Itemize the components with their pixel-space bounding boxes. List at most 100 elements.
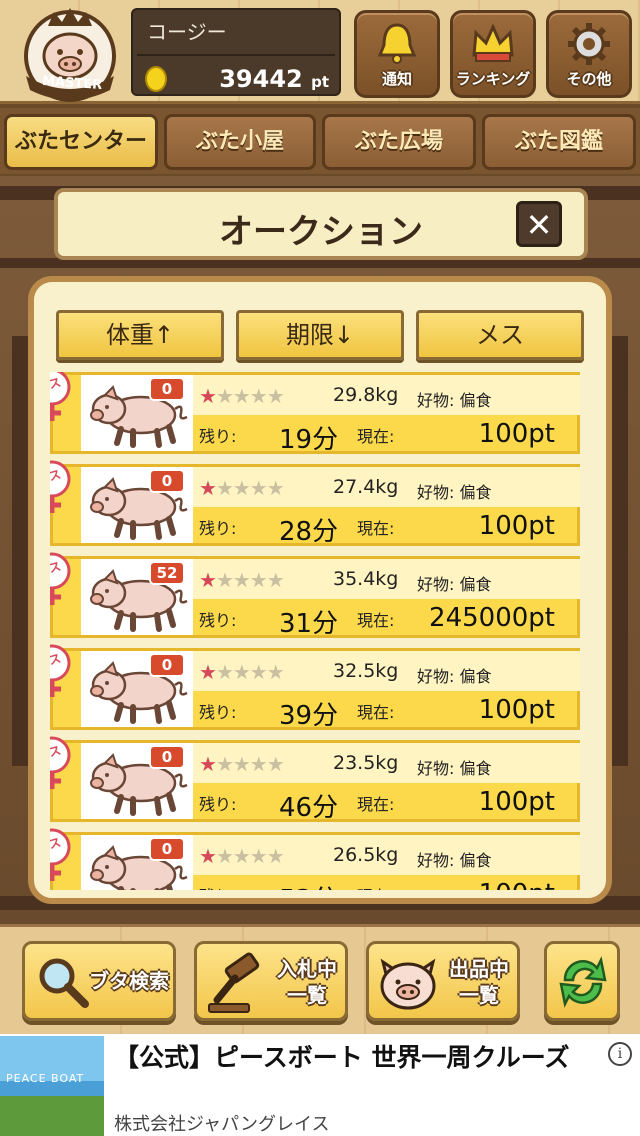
bidding-list-label-line2: 一覧 xyxy=(287,983,327,1007)
favorite-label: 好物: xyxy=(417,483,455,502)
female-badge: メス xyxy=(50,735,73,791)
sort-weight-button[interactable]: 体重↑ xyxy=(56,310,224,360)
favorite-value: 偏食 xyxy=(459,391,492,410)
ranking-label: ランキング xyxy=(455,70,531,88)
item-info-row: ★★★★★ 27.4kg 好物: 偏食 xyxy=(193,467,580,507)
favorite-value: 偏食 xyxy=(459,667,492,686)
auction-title: オークション xyxy=(219,212,423,252)
auction-item[interactable]: 0 メス ★★★★★ 26.5kg 好物: 偏食残り: 53分 現在: 100pt xyxy=(50,828,580,890)
weight-value: 23.5kg xyxy=(333,752,399,774)
other-button[interactable]: その他 xyxy=(546,10,632,98)
tab-pig-hut[interactable]: ぶた小屋 xyxy=(164,114,316,170)
ad-info-icon[interactable]: i xyxy=(608,1042,632,1066)
rarity-stars: ★★★★★ xyxy=(199,844,285,868)
remaining-time: 28分 xyxy=(279,517,339,547)
close-button[interactable]: ✕ xyxy=(516,201,562,247)
remaining-time: 46分 xyxy=(279,793,339,823)
female-badge: メス xyxy=(50,372,73,423)
pig-search-label: ブタ検索 xyxy=(89,969,169,993)
tab-pig-center[interactable]: ぶたセンター xyxy=(4,114,158,170)
auction-item[interactable]: 0 メス ★★★★★ 23.5kg 好物: 偏食 残り: 46分 現在: 100pt xyxy=(50,736,580,823)
auction-list[interactable]: 0 メス ★★★★★ 29.8kg 好物: 偏食 残り: 19分 現在: 100pt 0 メス ★★★… xyxy=(50,372,580,890)
listing-list-button[interactable]: 出品中 一覧 xyxy=(366,941,520,1021)
favorite-label: 好物: xyxy=(417,391,455,410)
remaining-label: 残り: xyxy=(199,703,237,722)
rarity-stars: ★★★★★ xyxy=(199,568,285,592)
ranking-button[interactable]: ランキング xyxy=(450,10,536,98)
weight-value: 29.8kg xyxy=(333,384,399,406)
current-price: 100pt xyxy=(478,511,555,541)
bid-count-badge: 0 xyxy=(149,837,185,861)
magnifier-icon xyxy=(39,958,89,1008)
item-info-row: ★★★★★ 32.5kg 好物: 偏食 xyxy=(193,651,580,691)
item-info-row: ★★★★★ 23.5kg 好物: 偏食 xyxy=(193,743,580,783)
favorite-food: 好物: 偏食 xyxy=(417,571,492,595)
auction-item[interactable]: 0 メス ★★★★★ 27.4kg 好物: 偏食 残り: 28分 現在: 100pt xyxy=(50,460,580,547)
pig-face-icon xyxy=(380,958,436,1010)
bid-count-badge: 0 xyxy=(149,377,185,401)
rarity-stars: ★★★★★ xyxy=(199,752,285,776)
favorite-food: 好物: 偏食 xyxy=(417,387,492,411)
favorite-value: 偏食 xyxy=(459,851,492,870)
ad-image-text: PEACE BOAT xyxy=(6,1072,85,1085)
refresh-icon xyxy=(559,956,607,1008)
remaining-time: 31分 xyxy=(279,609,339,639)
current-price: 100pt xyxy=(479,879,555,890)
refresh-button[interactable] xyxy=(544,941,620,1021)
remaining-time: 39分 xyxy=(279,701,339,731)
bidding-list-label: 入札中 一覧 xyxy=(269,956,345,1008)
favorite-label: 好物: xyxy=(417,851,455,870)
header: MASTER コージー 39442 pt 通知 ランキング その他 xyxy=(0,0,640,104)
auction-item[interactable]: 0 メス ★★★★★ 29.8kg 好物: 偏食 残り: 19分 現在: 100pt xyxy=(50,372,580,455)
ad-banner[interactable]: PEACE BOAT 【公式】ピースボート 世界一周クルーズ 株式会社ジャパング… xyxy=(0,1034,640,1136)
current-price: 100pt xyxy=(478,695,555,725)
remaining-time: 53分 xyxy=(279,879,338,890)
item-info-row: ★★★★★ 26.5kg 好物: 偏食 xyxy=(193,835,580,875)
item-info-row: ★★★★★ 29.8kg 好物: 偏食 xyxy=(193,375,580,415)
weight-value: 32.5kg xyxy=(333,660,399,682)
master-avatar[interactable]: MASTER xyxy=(14,6,126,102)
rarity-stars: ★★★★★ xyxy=(199,660,285,684)
favorite-food: 好物: 偏食 xyxy=(417,847,492,871)
female-badge: メス xyxy=(50,459,73,515)
favorite-value: 偏食 xyxy=(459,575,492,594)
remaining-label: 残り: xyxy=(199,427,237,446)
remaining-label: 残り: xyxy=(199,611,237,630)
female-badge: メス xyxy=(50,827,73,883)
remaining-time: 19分 xyxy=(279,425,339,455)
listing-list-label-line1: 出品中 xyxy=(449,957,509,981)
current-price: 100pt xyxy=(478,419,555,449)
weight-value: 27.4kg xyxy=(333,476,399,498)
pig-search-button[interactable]: ブタ検索 xyxy=(22,941,176,1021)
bidding-list-label-line1: 入札中 xyxy=(277,957,337,981)
favorite-label: 好物: xyxy=(417,759,455,778)
auction-item[interactable]: 0 メス ★★★★★ 32.5kg 好物: 偏食 残り: 39分 現在: 100pt xyxy=(50,644,580,731)
profile-panel: コージー 39442 pt xyxy=(131,8,341,96)
sort-deadline-button[interactable]: 期限↓ xyxy=(236,310,404,360)
tab-pig-square[interactable]: ぶた広場 xyxy=(322,114,476,170)
current-price-label: 現在: xyxy=(357,519,395,538)
favorite-label: 好物: xyxy=(417,575,455,594)
listing-list-label: 出品中 一覧 xyxy=(441,956,517,1008)
bidding-list-button[interactable]: 入札中 一覧 xyxy=(194,941,348,1021)
rarity-stars: ★★★★★ xyxy=(199,476,285,500)
filter-female-button[interactable]: メス xyxy=(416,310,584,360)
bid-count-badge: 0 xyxy=(149,469,185,493)
ad-title: 【公式】ピースボート 世界一周クルーズ xyxy=(114,1043,570,1072)
current-price-label: 現在: xyxy=(357,611,395,630)
gavel-icon xyxy=(208,952,260,1013)
notification-button[interactable]: 通知 xyxy=(354,10,440,98)
divider xyxy=(137,54,335,56)
female-badge: メス xyxy=(50,551,73,607)
gear-icon xyxy=(568,23,610,65)
close-icon: ✕ xyxy=(525,206,553,244)
weight-value: 26.5kg xyxy=(333,844,399,866)
tab-pig-encyclopedia[interactable]: ぶた図鑑 xyxy=(482,114,636,170)
auction-header: オークション ✕ xyxy=(54,188,588,260)
bid-count-badge: 0 xyxy=(149,653,185,677)
ad-subtitle: 株式会社ジャパングレイス xyxy=(114,1114,330,1135)
auction-item[interactable]: 52 メス ★★★★★ 35.4kg 好物: 偏食 残り: 31分 現在: 245000pt xyxy=(50,552,580,639)
other-label: その他 xyxy=(566,70,612,88)
favorite-label: 好物: xyxy=(417,667,455,686)
favorite-food: 好物: 偏食 xyxy=(417,663,492,687)
